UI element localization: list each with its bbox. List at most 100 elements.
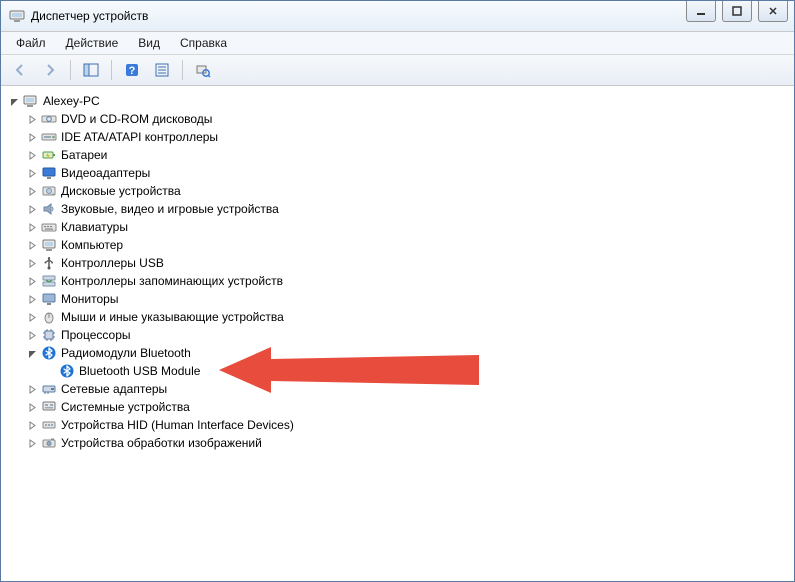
tree-node[interactable]: Клавиатуры [27,218,794,236]
tree-node[interactable]: Процессоры [27,326,794,344]
properties-icon [154,62,170,78]
scan-hardware-button[interactable] [190,57,216,83]
tree-node-label: Батареи [61,148,107,162]
help-button[interactable]: ? [119,57,145,83]
menu-view[interactable]: Вид [129,33,169,53]
tree-node[interactable]: Контроллеры запоминающих устройств [27,272,794,290]
expand-icon[interactable] [27,222,38,233]
expand-icon[interactable] [27,294,38,305]
tree-node-label: Системные устройства [61,400,190,414]
tree-node-label: Мыши и иные указывающие устройства [61,310,284,324]
forward-button[interactable] [37,57,63,83]
tree-node[interactable]: Компьютер [27,236,794,254]
tree-node[interactable]: IDE ATA/ATAPI контроллеры [27,128,794,146]
tree-node[interactable]: Контроллеры USB [27,254,794,272]
keyboard-icon [41,219,57,235]
expand-icon[interactable] [27,330,38,341]
tree-node[interactable]: Устройства HID (Human Interface Devices) [27,416,794,434]
arrow-left-icon [12,62,28,78]
tree-node-label: IDE ATA/ATAPI контроллеры [61,130,218,144]
expand-icon[interactable] [27,402,38,413]
computer-icon [41,237,57,253]
maximize-button[interactable] [722,1,752,22]
device-tree-panel[interactable]: Alexey-PC DVD и CD-ROM дисководы IDE ATA/A… [1,86,794,581]
tree-node[interactable]: DVD и CD-ROM дисководы [27,110,794,128]
sound-icon [41,201,57,217]
tree-root-node[interactable]: Alexey-PC [9,92,794,110]
system-device-icon [41,399,57,415]
menubar: Файл Действие Вид Справка [1,32,794,55]
network-adapter-icon [41,381,57,397]
tree-leaf-node[interactable]: Bluetooth USB Module [45,362,794,380]
mouse-icon [41,309,57,325]
disc-drive-icon [41,111,57,127]
expand-icon[interactable] [27,384,38,395]
expand-icon[interactable] [27,186,38,197]
expand-icon[interactable] [27,114,38,125]
titlebar: Диспетчер устройств [1,1,794,32]
tree-node-label: Сетевые адаптеры [61,382,167,396]
ide-controller-icon [41,129,57,145]
expand-icon[interactable] [27,240,38,251]
bluetooth-icon [59,363,75,379]
expand-icon[interactable] [27,276,38,287]
menu-action[interactable]: Действие [57,33,128,53]
expand-icon[interactable] [27,168,38,179]
tree-node[interactable]: Дисковые устройства [27,182,794,200]
processor-icon [41,327,57,343]
storage-controller-icon [41,273,57,289]
expand-icon[interactable] [27,132,38,143]
collapse-icon[interactable] [27,348,38,359]
tree-node-label: Радиомодули Bluetooth [61,346,191,360]
tree-node-label: Процессоры [61,328,131,342]
tree-node-label: Alexey-PC [43,94,100,108]
battery-icon [41,147,57,163]
show-hide-console-tree-button[interactable] [78,57,104,83]
back-button[interactable] [7,57,33,83]
toolbar: ? [1,55,794,86]
expand-icon[interactable] [27,312,38,323]
scan-icon [195,62,211,78]
tree-node[interactable]: Батареи [27,146,794,164]
app-icon [9,8,25,24]
tree-node-label: DVD и CD-ROM дисководы [61,112,212,126]
tree-node[interactable]: Радиомодули Bluetooth [27,344,794,362]
expand-icon[interactable] [27,150,38,161]
toolbar-separator [70,60,71,80]
device-manager-window: Диспетчер устройств Файл Действие Вид Сп… [0,0,795,582]
close-button[interactable] [758,1,788,22]
tree-node-label: Видеоадаптеры [61,166,150,180]
tree-node-label: Дисковые устройства [61,184,181,198]
minimize-button[interactable] [686,1,716,22]
collapse-icon[interactable] [9,96,20,107]
expand-icon[interactable] [27,204,38,215]
bluetooth-icon [41,345,57,361]
tree-node-label: Компьютер [61,238,123,252]
expand-icon[interactable] [27,258,38,269]
toolbar-separator [182,60,183,80]
tree-node[interactable]: Устройства обработки изображений [27,434,794,452]
tree-node[interactable]: Мониторы [27,290,794,308]
properties-button[interactable] [149,57,175,83]
tree-node-label: Мониторы [61,292,118,306]
expand-icon[interactable] [27,438,38,449]
display-adapter-icon [41,165,57,181]
tree-node[interactable]: Мыши и иные указывающие устройства [27,308,794,326]
tree-node-label: Устройства HID (Human Interface Devices) [61,418,294,432]
svg-text:?: ? [129,65,136,77]
expand-icon[interactable] [27,420,38,431]
tree-node[interactable]: Звуковые, видео и игровые устройства [27,200,794,218]
monitor-icon [41,291,57,307]
tree-node-label: Устройства обработки изображений [61,436,262,450]
tree-node-label: Bluetooth USB Module [79,364,200,378]
help-icon: ? [124,62,140,78]
hid-device-icon [41,417,57,433]
window-title: Диспетчер устройств [31,9,786,23]
tree-node-label: Звуковые, видео и игровые устройства [61,202,279,216]
tree-node[interactable]: Системные устройства [27,398,794,416]
imaging-device-icon [41,435,57,451]
menu-help[interactable]: Справка [171,33,236,53]
tree-node[interactable]: Видеоадаптеры [27,164,794,182]
menu-file[interactable]: Файл [7,33,55,53]
tree-node[interactable]: Сетевые адаптеры [27,380,794,398]
